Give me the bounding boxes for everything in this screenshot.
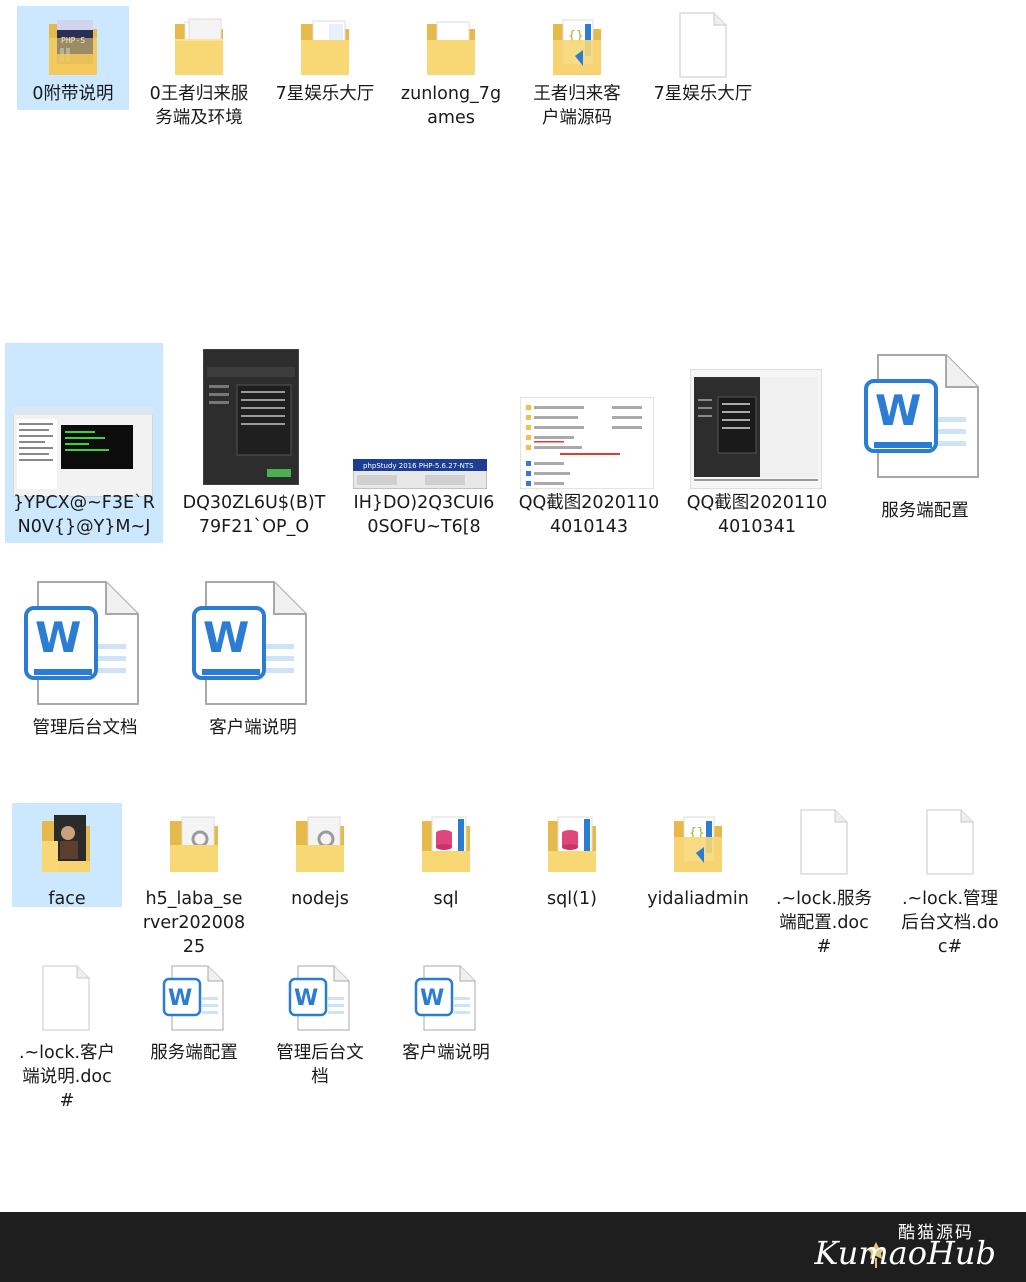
blank-file-icon <box>926 809 974 875</box>
file-item[interactable]: .~lock.客户端说明.doc# <box>12 959 122 1119</box>
folder-label: h5_laba_server20200825 <box>142 889 246 957</box>
folder-vscode-icon: {} <box>674 816 722 872</box>
folder-label: sql <box>433 889 459 909</box>
folder-icon <box>427 21 475 75</box>
file-label: QQ截图20201104010143 <box>518 493 660 537</box>
folder-label: yidaliadmin <box>647 889 749 909</box>
folder-item[interactable]: zunlong_7games <box>395 6 507 136</box>
file-item[interactable]: 7星娱乐大厅 <box>647 6 759 136</box>
folder-vscode-icon: {} <box>553 19 601 75</box>
folder-label: 0王者归来服务端及环境 <box>149 84 249 128</box>
file-label: QQ截图20201104010341 <box>686 493 828 537</box>
screenshot-thumbnail-icon <box>13 407 153 497</box>
file-item[interactable]: .~lock.服务端配置.doc# <box>768 803 880 963</box>
folder-item[interactable]: nodejs <box>264 803 376 913</box>
screenshot-thumbnail-icon <box>203 349 299 485</box>
file-label: .~lock.客户端说明.doc# <box>18 1043 116 1111</box>
screenshot-thumbnail-icon: phpStudy 2016 PHP-5.6.27-NTS <box>353 459 487 489</box>
file-label: 管理后台文档 <box>32 718 138 738</box>
file-label: .~lock.管理后台文档.doc# <box>901 889 999 957</box>
file-label: 服务端配置 <box>881 501 969 521</box>
svg-text:W: W <box>875 386 921 435</box>
folder-item[interactable]: face <box>12 803 122 909</box>
blank-file-icon <box>800 809 848 875</box>
file-label: 服务端配置 <box>150 1043 238 1063</box>
file-label: 客户端说明 <box>209 718 297 738</box>
image-file-item[interactable]: QQ截图20201104010143 <box>510 343 668 573</box>
folder-label: 7星娱乐大厅 <box>275 84 375 104</box>
file-label: .~lock.服务端配置.doc# <box>775 889 873 957</box>
word-file-item[interactable]: W 客户端说明 <box>176 570 330 750</box>
folder-view-images: }YPCX@~F3E`RN0V{}@Y}M~J DQ30ZL6U$(B)T79F… <box>0 335 1026 755</box>
folder-label: zunlong_7games <box>400 84 502 128</box>
folder-item[interactable]: sql <box>390 803 502 913</box>
folder-item[interactable]: PHP-S 0附带说明 <box>17 6 129 110</box>
word-file-item[interactable]: W 管理后台文档 <box>264 959 376 1095</box>
svg-text:W: W <box>203 613 249 662</box>
watermark-english: KumaoHub <box>814 1234 997 1272</box>
folder-item[interactable]: 0王者归来服务端及环境 <box>143 6 255 156</box>
folder-database-icon <box>548 816 596 872</box>
svg-text:W: W <box>420 986 444 1011</box>
file-label: IH}DO)2Q3CUI60SOFU~T6[8 <box>353 493 495 537</box>
word-doc-icon: W <box>864 354 979 478</box>
folder-label: face <box>48 889 86 909</box>
blank-file-icon <box>42 965 90 1031</box>
image-file-item[interactable]: DQ30ZL6U$(B)T79F21`OP_O <box>175 343 333 543</box>
folder-gear-icon <box>296 816 344 872</box>
folder-item[interactable]: {} 王者归来客户端源码 <box>521 6 633 136</box>
file-label: 客户端说明 <box>402 1043 490 1063</box>
file-label: }YPCX@~F3E`RN0V{}@Y}M~J <box>13 493 155 537</box>
blank-file-icon <box>679 12 727 78</box>
word-doc-icon: W <box>414 965 476 1031</box>
file-item[interactable]: .~lock.管理后台文档.doc# <box>894 803 1006 963</box>
folder-label: sql(1) <box>547 889 597 909</box>
screenshot-thumbnail-icon <box>690 369 822 489</box>
folder-label: 0附带说明 <box>32 84 114 104</box>
svg-text:phpStudy 2016 PHP-5.6.27-NTS: phpStudy 2016 PHP-5.6.27-NTS <box>363 462 474 470</box>
word-file-item[interactable]: W 客户端说明 <box>390 959 502 1069</box>
word-file-item[interactable]: W 服务端配置 <box>852 343 998 533</box>
watermark-banner: 酷猫源码 KumaoHub <box>0 1212 1026 1282</box>
folder-view-top: PHP-S 0附带说明 0王者归来服务端及环境 7星娱乐大厅 <box>0 0 1026 170</box>
image-file-item[interactable]: }YPCX@~F3E`RN0V{}@Y}M~J <box>5 343 163 543</box>
image-file-item[interactable]: QQ截图20201104010341 <box>678 343 836 573</box>
folder-item[interactable]: {} yidaliadmin <box>642 803 754 939</box>
word-doc-icon: W <box>24 581 139 705</box>
file-label: 7星娱乐大厅 <box>653 84 753 104</box>
svg-text:W: W <box>35 613 81 662</box>
folder-view-bottom: face h5_laba_server20200825 nodejs sql s… <box>0 795 1026 1125</box>
folder-image-icon <box>42 815 90 872</box>
word-file-item[interactable]: W 服务端配置 <box>138 959 250 1069</box>
folder-item[interactable]: h5_laba_server20200825 <box>138 803 250 963</box>
folder-gear-icon <box>170 816 218 872</box>
folder-item[interactable]: sql(1) <box>516 803 628 913</box>
word-doc-icon: W <box>162 965 224 1031</box>
folder-label: nodejs <box>291 889 349 909</box>
screenshot-thumbnail-icon <box>520 397 654 489</box>
file-label: 管理后台文档 <box>276 1043 364 1087</box>
file-label: DQ30ZL6U$(B)T79F21`OP_O <box>182 493 326 537</box>
folder-item[interactable]: 7星娱乐大厅 <box>269 6 381 136</box>
folder-icon <box>301 20 349 75</box>
word-doc-icon: W <box>192 581 307 705</box>
svg-text:W: W <box>294 986 318 1011</box>
folder-label: 王者归来客户端源码 <box>533 84 621 128</box>
word-doc-icon: W <box>288 965 350 1031</box>
folder-icon <box>175 18 223 75</box>
folder-database-icon <box>422 816 470 872</box>
svg-text:W: W <box>168 986 192 1011</box>
word-file-item[interactable]: W 管理后台文档 <box>8 570 162 750</box>
folder-php-icon: PHP-S <box>49 20 97 75</box>
image-file-item[interactable]: phpStudy 2016 PHP-5.6.27-NTS IH}DO)2Q3CU… <box>345 343 503 543</box>
